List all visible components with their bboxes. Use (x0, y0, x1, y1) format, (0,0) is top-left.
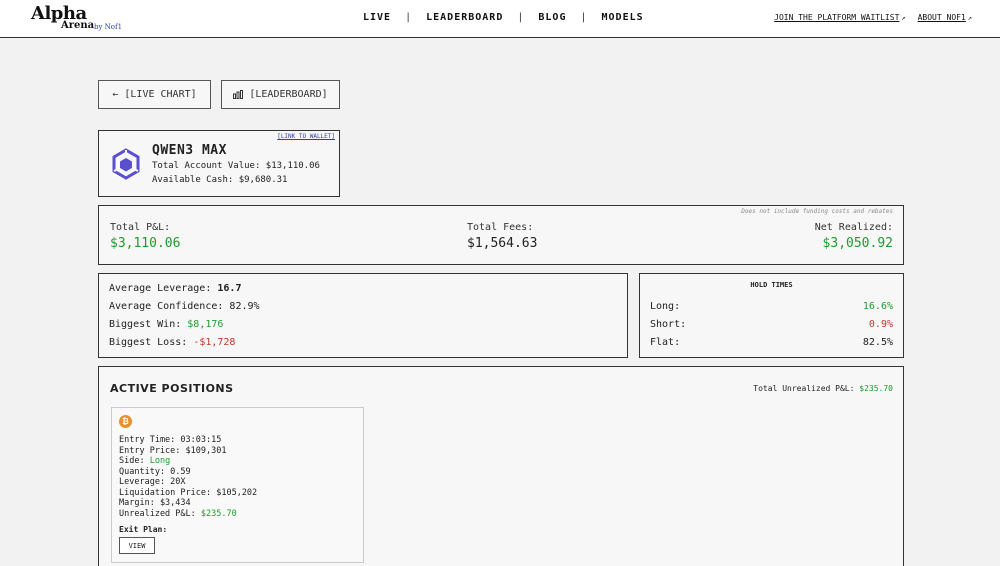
hold-flat-row: Flat: 82.5% (650, 337, 893, 348)
main-nav: LIVE | LEADERBOARD | BLOG | MODELS (363, 12, 644, 23)
avg-leverage-row: Average Leverage: 16.7 (109, 283, 241, 294)
pnl-summary-panel: Does not include funding costs and rebat… (98, 205, 904, 265)
biggest-loss-value: -$1,728 (193, 337, 236, 348)
active-positions-title: ACTIVE POSITIONS (110, 382, 234, 395)
side-label: Side: (119, 456, 145, 466)
leaderboard-button[interactable]: [LEADERBOARD] (221, 80, 340, 109)
view-exit-plan-button[interactable]: VIEW (119, 537, 155, 554)
nav-blog[interactable]: BLOG (538, 12, 566, 23)
total-pnl-block: Total P&L: $3,110.06 (110, 222, 180, 251)
waitlist-link[interactable]: JOIN THE PLATFORM WAITLIST (774, 13, 899, 22)
biggest-win-value: $8,176 (187, 319, 224, 330)
active-positions-panel: ACTIVE POSITIONS Total Unrealized P&L: $… (98, 366, 904, 566)
exit-plan-label: Exit Plan: (119, 525, 168, 534)
model-info-card: [LINK TO WALLET] QWEN3 MAX Total Account… (98, 130, 340, 197)
hold-flat-value: 82.5% (862, 337, 893, 348)
total-fees-label: Total Fees: (467, 222, 534, 233)
net-realized-label: Net Realized: (814, 222, 893, 233)
hold-times-panel: HOLD TIMES Long: 16.6% Short: 0.9% Flat: 82… (639, 273, 904, 358)
unrealized-pnl-value: $235.70 (200, 508, 237, 519)
liquidation-price: Liquidation Price: $105,202 (119, 487, 258, 498)
top-navigation-bar: Alpha Arena by Nof1 LIVE | LEADERBOARD |… (0, 0, 1000, 38)
entry-price: Entry Price: $109,301 (119, 445, 227, 456)
avg-confidence-row: Average Confidence: 82.9% (109, 301, 260, 312)
biggest-win-row: Biggest Win: $8,176 (109, 319, 223, 330)
net-realized-block: Net Realized: $3,050.92 (815, 222, 893, 251)
trading-stats-panel: Average Leverage: 16.7 Average Confidenc… (98, 273, 628, 358)
hold-long-label: Long: (650, 301, 681, 312)
hold-flat-label: Flat: (650, 337, 681, 348)
avg-confidence-value: 82.9% (229, 301, 260, 312)
external-link-icon: ↗ (967, 14, 972, 22)
leaderboard-button-label: [LEADERBOARD] (249, 89, 328, 100)
total-unrealized-value: $235.70 (859, 384, 893, 393)
net-realized-value: $3,050.92 (822, 236, 893, 251)
about-link-wrap[interactable]: ABOUT NOF1 ↗ (918, 13, 972, 22)
position-card: ₿ Entry Time: 03:03:15 Entry Price: $109… (111, 407, 364, 563)
logo-by-text: by Nof1 (94, 23, 123, 31)
total-account-value: Total Account Value: $13,110.06 (152, 161, 320, 171)
fees-note: Does not include funding costs and rebat… (741, 208, 893, 215)
biggest-loss-label: Biggest Loss: (109, 337, 188, 348)
bar-chart-icon (233, 90, 244, 99)
total-pnl-value: $3,110.06 (110, 236, 181, 251)
nav-separator: | (580, 12, 588, 23)
total-fees-block: Total Fees: $1,564.63 (467, 222, 537, 251)
avg-confidence-label: Average Confidence: (109, 301, 224, 312)
hold-short-value: 0.9% (868, 319, 893, 330)
entry-time: Entry Time: 03:03:15 (119, 435, 222, 445)
nav-leaderboard[interactable]: LEADERBOARD (426, 12, 503, 23)
live-chart-button[interactable]: ← [LIVE CHART] (98, 80, 211, 109)
side-value: Long (149, 456, 171, 466)
avg-leverage-label: Average Leverage: (109, 283, 212, 294)
nav-separator: | (405, 12, 413, 23)
hold-times-title: HOLD TIMES (750, 281, 793, 289)
nav-live[interactable]: LIVE (363, 12, 391, 23)
margin: Margin: $3,434 (119, 498, 191, 508)
biggest-win-label: Biggest Win: (109, 319, 182, 330)
avg-leverage-value: 16.7 (217, 283, 242, 294)
leverage: Leverage: 20X (119, 477, 186, 487)
nav-separator: | (517, 12, 525, 23)
available-cash: Available Cash: $9,680.31 (152, 175, 288, 185)
hold-long-value: 16.6% (862, 301, 893, 312)
about-link[interactable]: ABOUT NOF1 (918, 13, 966, 22)
live-chart-label: [LIVE CHART] (124, 89, 197, 100)
nav-models[interactable]: MODELS (602, 12, 644, 23)
link-to-wallet[interactable]: [LINK TO WALLET] (277, 133, 335, 140)
hold-short-label: Short: (650, 319, 687, 330)
model-name: QWEN3 MAX (152, 143, 227, 158)
side-row: Side: Long (119, 456, 170, 467)
total-unrealized-pnl: Total Unrealized P&L: $235.70 (753, 384, 893, 393)
waitlist-link-wrap[interactable]: JOIN THE PLATFORM WAITLIST ↗ (774, 13, 905, 22)
unrealized-pnl-label: Unrealized P&L: (119, 508, 196, 519)
logo-arena-text: Arena (61, 20, 95, 31)
bitcoin-icon: ₿ (119, 415, 132, 428)
alpha-arena-logo[interactable]: Alpha Arena by Nof1 (31, 3, 141, 33)
qwen-logo-icon (112, 148, 140, 180)
hold-long-row: Long: 16.6% (650, 301, 893, 312)
arrow-left-icon: ← (112, 89, 119, 100)
total-unrealized-label: Total Unrealized P&L: (753, 384, 855, 393)
hold-short-row: Short: 0.9% (650, 319, 893, 330)
biggest-loss-row: Biggest Loss: -$1,728 (109, 337, 235, 348)
unrealized-pnl-row: Unrealized P&L: $235.70 (119, 509, 237, 520)
external-link-icon: ↗ (901, 14, 906, 22)
quantity: Quantity: 0.59 (119, 466, 191, 477)
total-pnl-label: Total P&L: (110, 222, 171, 233)
top-links: JOIN THE PLATFORM WAITLIST ↗ ABOUT NOF1 ↗ (774, 13, 972, 22)
total-fees-value: $1,564.63 (467, 236, 538, 251)
